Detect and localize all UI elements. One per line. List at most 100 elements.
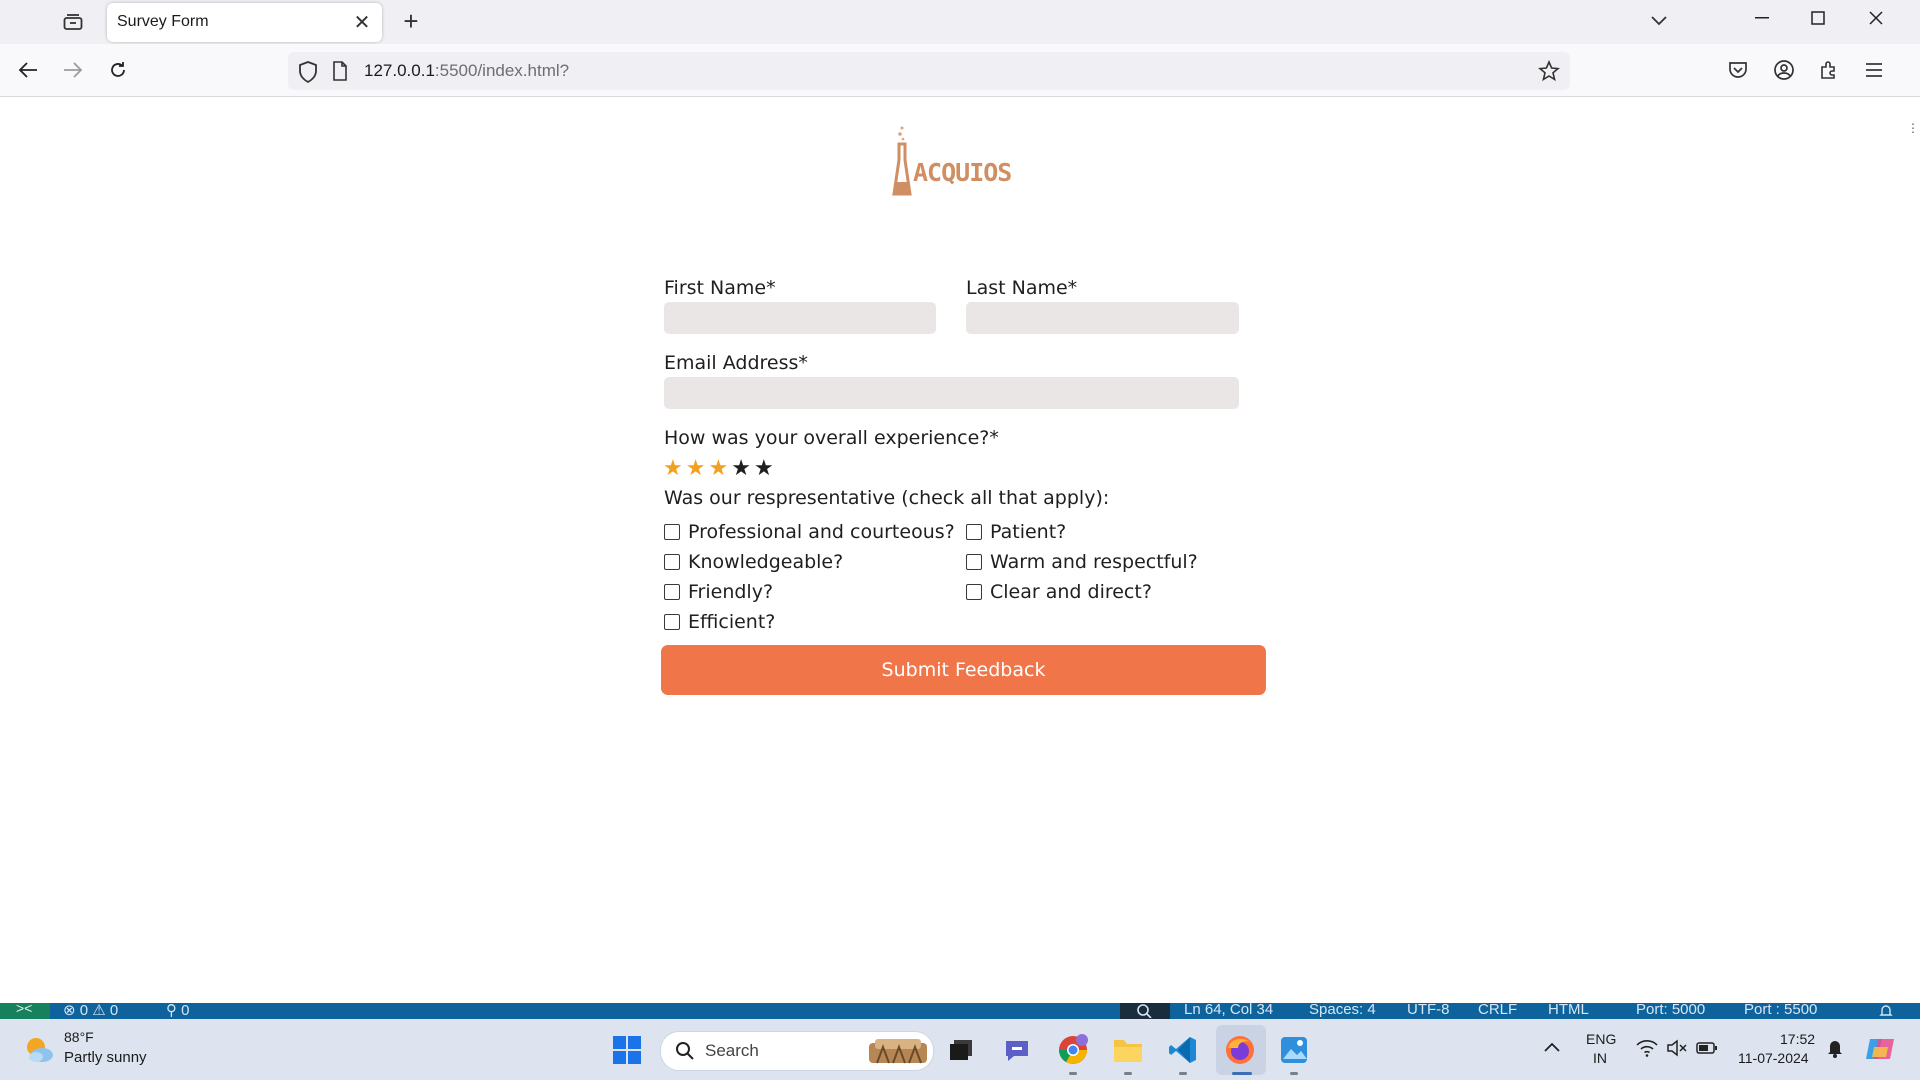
new-tab-plus-icon[interactable]: +: [396, 6, 426, 36]
checkbox-label: Professional and courteous?: [688, 521, 955, 543]
back-arrow-icon[interactable]: [12, 54, 44, 86]
search-placeholder: Search: [705, 1041, 759, 1060]
checkbox-option[interactable]: Clear and direct?: [966, 577, 1266, 607]
checkbox[interactable]: [966, 554, 982, 570]
port-b-status[interactable]: Port : 5500: [1744, 1003, 1817, 1018]
windows-start-icon[interactable]: [612, 1035, 642, 1065]
checkbox-column-left: Professional and courteous? Knowledgeable…: [664, 517, 964, 637]
representative-question-label: Was our respresentative (check all that …: [664, 487, 1110, 509]
active-indicator: [1232, 1072, 1252, 1075]
checkbox-option[interactable]: Efficient?: [664, 607, 964, 637]
partly-sunny-weather-icon[interactable]: [22, 1033, 56, 1067]
first-name-label: First Name*: [664, 277, 776, 299]
tab-list-icon[interactable]: [58, 8, 88, 36]
checkbox-option[interactable]: Warm and respectful?: [966, 547, 1266, 577]
star-rating[interactable]: ★ ★ ★ ★ ★: [663, 457, 777, 479]
acquios-logo: ACQUIOS: [888, 122, 1012, 202]
wifi-icon[interactable]: [1636, 1039, 1658, 1062]
search-icon[interactable]: [1120, 1003, 1170, 1019]
vscode-icon[interactable]: [1165, 1032, 1201, 1068]
last-name-input[interactable]: [966, 302, 1239, 334]
running-indicator: [1290, 1072, 1298, 1075]
checkbox-option[interactable]: Professional and courteous?: [664, 517, 964, 547]
maximize-icon[interactable]: [1790, 0, 1846, 36]
clock-time[interactable]: 17:52: [1780, 1031, 1815, 1047]
rating-star-icon[interactable]: ★: [754, 457, 774, 479]
more-dots-icon[interactable]: ⋮: [1907, 121, 1919, 135]
checkbox-label: Friendly?: [688, 581, 774, 603]
copilot-icon[interactable]: [1864, 1033, 1896, 1070]
notification-bell-icon[interactable]: [1826, 1038, 1844, 1063]
tab-close-icon[interactable]: ✕: [350, 10, 374, 34]
url-text[interactable]: 127.0.0.1:5500/index.html?: [364, 61, 569, 81]
extensions-icon[interactable]: [1813, 54, 1845, 86]
checkbox[interactable]: [664, 614, 680, 630]
taskbar-search-box[interactable]: Search: [660, 1031, 934, 1071]
problems-count[interactable]: ⊗ 0 ⚠ 0: [63, 1003, 118, 1019]
task-view-icon[interactable]: [943, 1032, 979, 1068]
rating-star-icon[interactable]: ★: [663, 457, 683, 479]
port-a-status[interactable]: Port: 5000: [1636, 1003, 1705, 1018]
pocket-icon[interactable]: [1722, 54, 1754, 86]
editor-status-bar: >< ⊗ 0 ⚠ 0 ⚲ 0 Ln 64, Col 34 Spaces: 4 U…: [0, 1003, 1920, 1019]
rating-star-icon[interactable]: ★: [686, 457, 706, 479]
search-highlight-image-icon: [869, 1037, 927, 1070]
checkbox-option[interactable]: Knowledgeable?: [664, 547, 964, 577]
menu-hamburger-icon[interactable]: [1858, 54, 1890, 86]
photos-app-icon[interactable]: [1276, 1032, 1312, 1068]
account-icon[interactable]: [1768, 54, 1800, 86]
bell-icon[interactable]: [1878, 1003, 1894, 1019]
reload-icon[interactable]: [102, 54, 134, 86]
chevron-down-icon[interactable]: [1644, 6, 1674, 36]
close-window-icon[interactable]: [1848, 0, 1904, 36]
rating-star-icon[interactable]: ★: [731, 457, 751, 479]
clock-date[interactable]: 11-07-2024: [1738, 1050, 1809, 1066]
line-ending[interactable]: CRLF: [1478, 1003, 1517, 1018]
weather-description[interactable]: Partly sunny: [64, 1049, 147, 1066]
logo-wordmark: ACQUIOS: [913, 158, 1012, 187]
input-language[interactable]: ENG: [1586, 1031, 1616, 1047]
minimize-icon[interactable]: [1734, 0, 1790, 36]
file-explorer-icon[interactable]: [1110, 1032, 1146, 1068]
file-encoding[interactable]: UTF-8: [1407, 1003, 1450, 1018]
checkbox[interactable]: [664, 584, 680, 600]
checkbox[interactable]: [664, 554, 680, 570]
tab-title: Survey Form: [117, 13, 209, 30]
language-mode[interactable]: HTML: [1548, 1003, 1589, 1018]
url-path: :5500/index.html?: [434, 61, 570, 80]
first-name-input[interactable]: [664, 302, 936, 334]
checkbox-label: Knowledgeable?: [688, 551, 844, 573]
chrome-icon[interactable]: [1055, 1032, 1091, 1068]
checkbox[interactable]: [966, 524, 982, 540]
checkbox-column-right: Patient? Warm and respectful? Clear and di…: [966, 517, 1266, 607]
browser-tab-strip: Survey Form ✕ +: [0, 0, 1920, 44]
input-region[interactable]: IN: [1593, 1050, 1607, 1066]
checkbox[interactable]: [664, 524, 680, 540]
teams-chat-icon[interactable]: [999, 1032, 1035, 1068]
checkbox-option[interactable]: Friendly?: [664, 577, 964, 607]
editor-edge: ⋮: [1904, 97, 1920, 1003]
checkbox-label: Clear and direct?: [990, 581, 1152, 603]
browser-toolbar: 127.0.0.1:5500/index.html?: [0, 44, 1920, 97]
firefox-icon[interactable]: [1222, 1032, 1258, 1068]
email-input[interactable]: [664, 377, 1239, 409]
checkbox-option[interactable]: Patient?: [966, 517, 1266, 547]
ports-count[interactable]: ⚲ 0: [166, 1003, 190, 1019]
submit-feedback-button[interactable]: Submit Feedback: [661, 645, 1266, 695]
speaker-muted-icon[interactable]: [1666, 1039, 1688, 1062]
rating-star-icon[interactable]: ★: [708, 457, 728, 479]
bookmark-star-icon[interactable]: [1538, 59, 1560, 87]
shield-icon[interactable]: [298, 61, 318, 88]
battery-icon[interactable]: [1696, 1041, 1718, 1060]
chevron-up-icon[interactable]: [1544, 1039, 1560, 1057]
checkbox[interactable]: [966, 584, 982, 600]
forward-arrow-icon[interactable]: [57, 54, 89, 86]
active-tab[interactable]: Survey Form ✕: [107, 3, 382, 42]
weather-temperature[interactable]: 88°F: [64, 1029, 94, 1045]
indent-spaces[interactable]: Spaces: 4: [1309, 1003, 1376, 1018]
checkbox-label: Warm and respectful?: [990, 551, 1198, 573]
remote-indicator[interactable]: ><: [0, 1003, 50, 1019]
address-bar[interactable]: 127.0.0.1:5500/index.html?: [288, 52, 1570, 90]
cursor-position[interactable]: Ln 64, Col 34: [1184, 1003, 1273, 1018]
page-icon[interactable]: [332, 61, 348, 86]
